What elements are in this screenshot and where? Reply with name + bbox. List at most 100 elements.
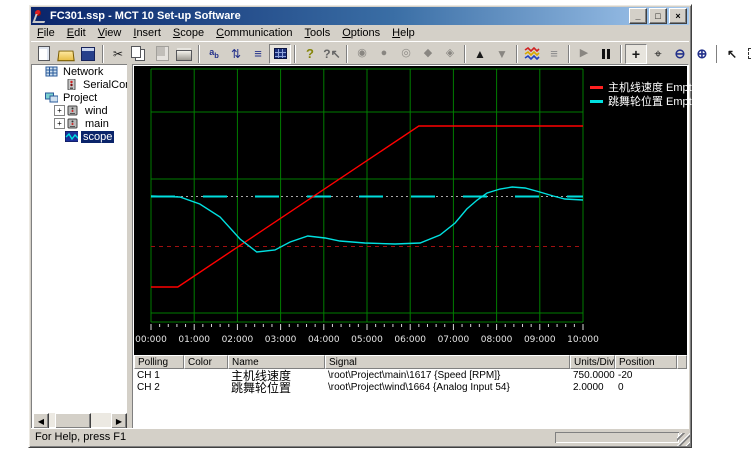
tree-item-wind[interactable]: +wind xyxy=(32,104,128,117)
column-header-filler xyxy=(677,355,687,369)
legend-color-dash xyxy=(590,86,603,89)
toolbar-button-zoom-out-icon[interactable]: ⊖ xyxy=(669,44,691,64)
scroll-right-arrow-icon[interactable]: ▶ xyxy=(111,413,127,429)
status-message: For Help, press F1 xyxy=(31,431,555,443)
toolbar-button-open-icon[interactable] xyxy=(55,44,77,64)
toolbar-button-help-icon[interactable]: ? xyxy=(299,44,321,64)
menu-insert[interactable]: Insert xyxy=(127,26,167,40)
project-tree-panel[interactable]: NetworkSerialComProject+wind+ mainscope ◀… xyxy=(31,64,129,429)
toolbar-button-print-icon[interactable] xyxy=(173,44,195,64)
toolbar-separator xyxy=(516,45,518,63)
close-button[interactable]: × xyxy=(669,8,687,24)
channel-row-ch2[interactable]: CH 2 跳舞轮位置\root\Project\wind\1664 {Analog… xyxy=(134,381,687,393)
toolbar-button-paste-icon xyxy=(151,44,173,64)
scrollbar-thumb[interactable] xyxy=(55,413,91,429)
tree-item-main[interactable]: + main xyxy=(32,117,128,130)
toolbar-button-new-icon[interactable] xyxy=(33,44,55,64)
toolbar-button-select-pointer-icon[interactable]: ↖ xyxy=(721,44,743,64)
tree-item-network[interactable]: Network xyxy=(32,65,128,78)
svg-text:00:000: 00:000 xyxy=(135,335,167,345)
svg-text:08:000: 08:000 xyxy=(481,335,513,345)
signal-cell: \root\Project\wind\1664 {Analog Input 54… xyxy=(325,382,570,393)
column-header-units-div[interactable]: Units/Div xyxy=(570,355,615,369)
toolbar-button-grid-view-icon[interactable] xyxy=(269,44,291,64)
toolbar-button-zoom-in-icon[interactable]: ⊕ xyxy=(691,44,713,64)
toolbar-button-read-from-drive-icon: ◈ xyxy=(439,44,461,64)
tree-item-scope[interactable]: scope xyxy=(32,130,128,143)
legend-label: 跳舞轮位置 Empty xyxy=(608,93,697,109)
menu-communication[interactable]: Communication xyxy=(210,26,298,40)
tree-item-serialcom[interactable]: SerialCom xyxy=(32,78,128,91)
units-div-cell: 2.0000 xyxy=(570,382,615,393)
toolbar-button-context-help-icon[interactable]: ?↖ xyxy=(321,44,343,64)
svg-text:06:000: 06:000 xyxy=(394,335,426,345)
menu-scope[interactable]: Scope xyxy=(167,26,210,40)
column-header-polling[interactable]: Polling xyxy=(134,355,184,369)
column-header-color[interactable]: Color xyxy=(184,355,228,369)
toolbar-button-crosshair-cursor-icon[interactable]: + xyxy=(625,44,647,64)
toolbar-button-parameter-view-icon[interactable]: ab xyxy=(203,44,225,64)
svg-text:04:000: 04:000 xyxy=(308,335,340,345)
toolbar-button-move-down-icon: ▼ xyxy=(491,44,513,64)
maximize-button[interactable]: □ xyxy=(649,8,667,24)
menu-file[interactable]: File xyxy=(31,26,61,40)
legend-entry: 跳舞轮位置 Empty xyxy=(590,94,697,108)
channel-row-ch1[interactable]: CH 1主机线速度\root\Project\main\1617 {Speed … xyxy=(134,369,687,381)
toolbar-button-stop-communication-icon: ● xyxy=(373,44,395,64)
expand-plus-icon[interactable]: + xyxy=(54,105,65,116)
svg-text:10:000: 10:000 xyxy=(567,335,599,345)
toolbar-button-parameter-list-icon[interactable]: ≡ xyxy=(247,44,269,64)
legend-color-dash xyxy=(590,100,603,103)
menu-view[interactable]: View xyxy=(92,26,128,40)
menu-tools[interactable]: Tools xyxy=(299,26,337,40)
window-title: FC301.ssp - MCT 10 Set-up Software xyxy=(50,10,627,22)
toolbar-separator xyxy=(346,45,348,63)
tree-item-project[interactable]: Project xyxy=(32,91,128,104)
name-cell: 跳舞轮位置 xyxy=(228,379,325,396)
toolbar-button-record-icon: ◎ xyxy=(395,44,417,64)
tree-item-label: scope xyxy=(81,131,114,143)
toolbar-button-copy-icon[interactable] xyxy=(129,44,151,64)
chart-legend: 主机线速度 Empty跳舞轮位置 Empty xyxy=(590,80,697,108)
toolbar-button-scope-waves-icon[interactable] xyxy=(521,44,543,64)
menu-help[interactable]: Help xyxy=(386,26,421,40)
scope-chart-area[interactable]: 00:00001:00002:00003:00004:00005:00006:0… xyxy=(134,66,687,355)
toolbar-button-save-icon[interactable] xyxy=(77,44,99,64)
toolbar-separator xyxy=(198,45,200,63)
title-bar[interactable]: FC301.ssp - MCT 10 Set-up Software _ □ × xyxy=(31,7,689,25)
toolbar-separator xyxy=(102,45,104,63)
svg-text:03:000: 03:000 xyxy=(265,335,297,345)
menu-options[interactable]: Options xyxy=(336,26,386,40)
resize-grip[interactable] xyxy=(677,433,690,446)
tree-item-label: main xyxy=(83,118,111,130)
status-panel xyxy=(555,432,679,443)
toolbar-separator xyxy=(716,45,718,63)
minimize-button[interactable]: _ xyxy=(629,8,647,24)
toolbar-button-pause-scope-icon[interactable] xyxy=(595,44,617,64)
expand-plus-icon[interactable]: + xyxy=(54,118,65,129)
status-bar: For Help, press F1 xyxy=(31,428,689,445)
legend-entry: 主机线速度 Empty xyxy=(590,80,697,94)
scope-plot: 00:00001:00002:00003:00004:00005:00006:0… xyxy=(134,66,691,355)
svg-text:09:000: 09:000 xyxy=(524,335,556,345)
svg-text:02:000: 02:000 xyxy=(222,335,254,345)
channel-cell: CH 2 xyxy=(134,382,184,393)
toolbar-button-track-cursor-icon[interactable]: ⌖ xyxy=(647,44,669,64)
toolbar-button-write-to-drive-icon: ◆ xyxy=(417,44,439,64)
menu-edit[interactable]: Edit xyxy=(61,26,92,40)
scroll-left-arrow-icon[interactable]: ◀ xyxy=(33,413,49,429)
column-header-position[interactable]: Position xyxy=(615,355,677,369)
table-header-row: PollingColorNameSignalUnits/DivPosition xyxy=(134,355,687,369)
client-area: NetworkSerialComProject+wind+ mainscope ◀… xyxy=(31,64,689,429)
position-cell: 0 xyxy=(615,382,677,393)
toolbar-button-cut-icon[interactable]: ✂ xyxy=(107,44,129,64)
toolbar-button-scope-lines-icon[interactable]: ≡ xyxy=(543,44,565,64)
toolbar-button-move-up-icon[interactable]: ▲ xyxy=(469,44,491,64)
drive-icon xyxy=(67,118,80,129)
tree-horizontal-scrollbar[interactable]: ◀ ▶ xyxy=(33,413,127,427)
toolbar-button-zoom-box-icon[interactable] xyxy=(743,44,751,64)
toolbar-button-sort-parameters-icon[interactable]: ⇅ xyxy=(225,44,247,64)
svg-text:01:000: 01:000 xyxy=(178,335,210,345)
network-icon xyxy=(45,66,58,77)
column-header-signal[interactable]: Signal xyxy=(325,355,570,369)
